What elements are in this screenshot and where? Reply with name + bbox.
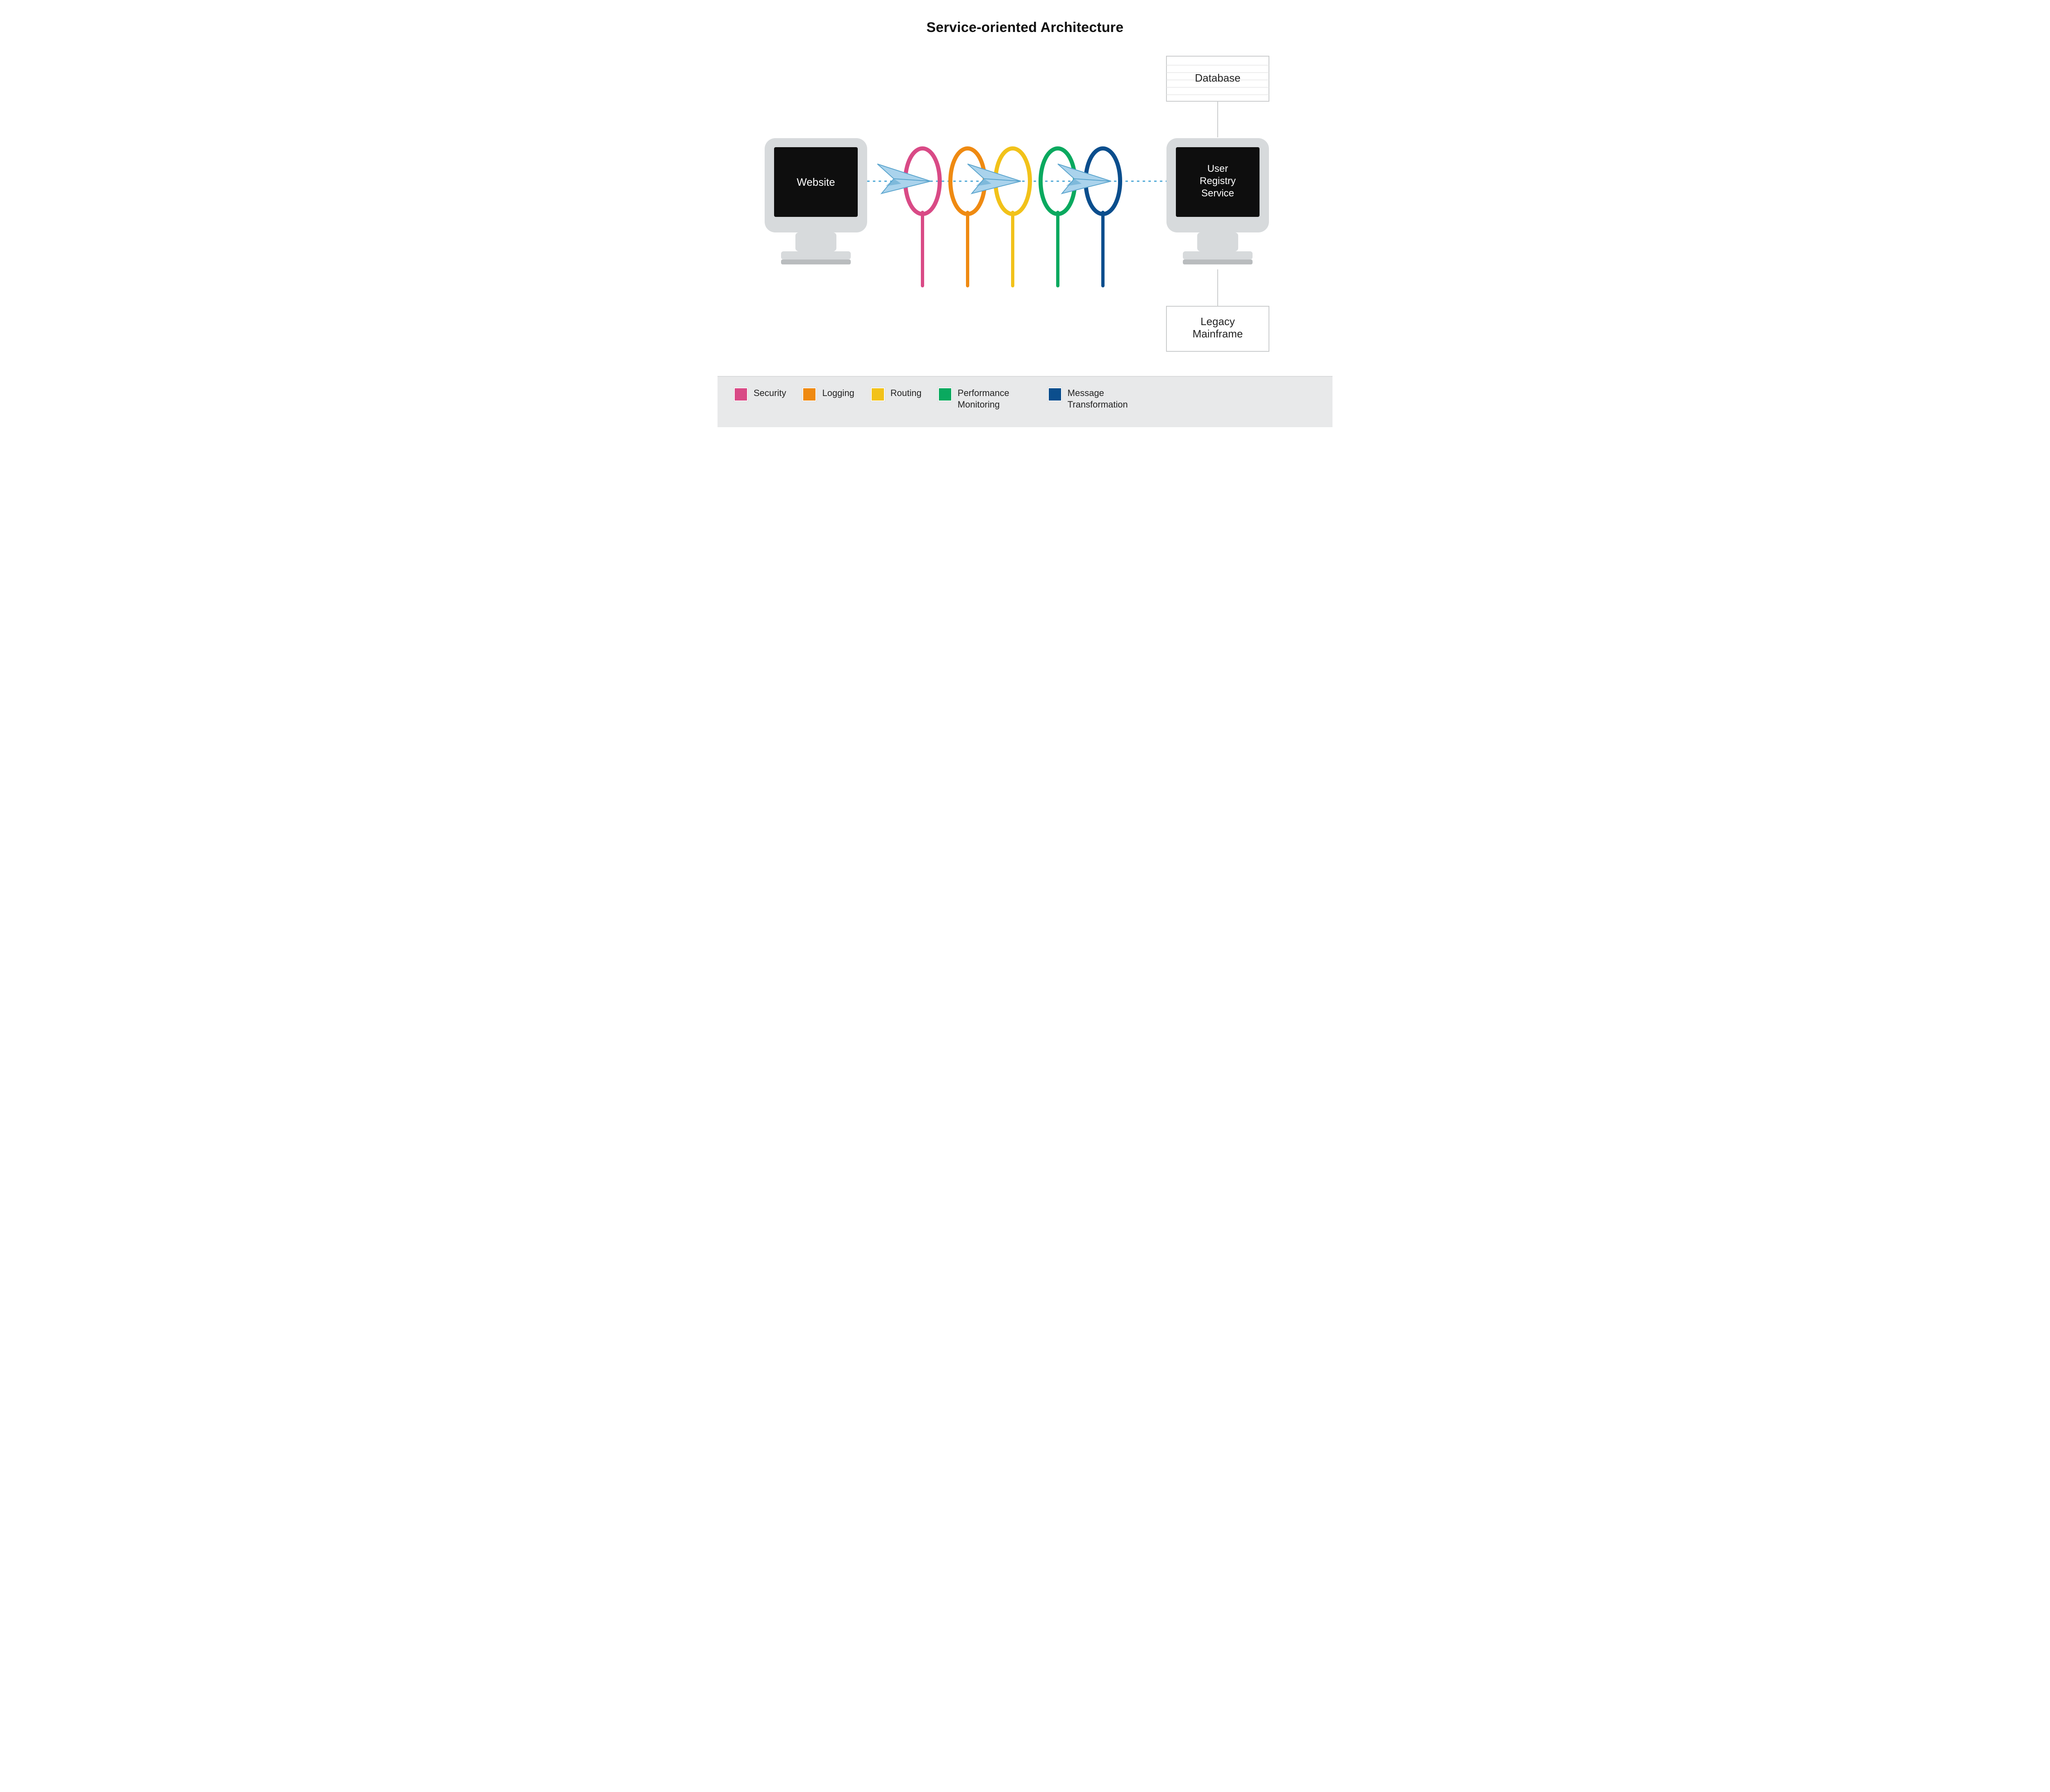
database-box: Database — [1166, 56, 1269, 101]
legacy-label-1: Legacy — [1200, 315, 1235, 328]
diagram-svg: Database Legacy Mainframe — [718, 40, 1332, 376]
legend-label: Message Transformation — [1068, 387, 1141, 410]
legend-swatch — [938, 387, 952, 401]
registry-computer-icon: User Registry Service — [1166, 138, 1269, 264]
database-label: Database — [1195, 72, 1240, 84]
legend-label: Routing — [891, 387, 922, 399]
rings-group — [905, 148, 1120, 286]
registry-label-1: User — [1207, 163, 1228, 174]
website-computer-icon: Website — [765, 138, 867, 264]
legend-label: Security — [754, 387, 786, 399]
legacy-label-2: Mainframe — [1193, 328, 1243, 340]
registry-label-2: Registry — [1200, 175, 1236, 187]
legend-item: Logging — [802, 387, 854, 401]
legend-swatch — [734, 387, 748, 401]
diagram-title: Service-oriented Architecture — [718, 0, 1332, 40]
diagram-canvas: Database Legacy Mainframe — [718, 40, 1332, 376]
legend: Security Logging Routing Performance Monito… — [718, 376, 1332, 427]
legend-swatch — [871, 387, 885, 401]
legend-item: Performance Monitoring — [938, 387, 1032, 410]
legend-item: Security — [734, 387, 786, 401]
diagram-page: Service-oriented Architecture Database L… — [718, 0, 1332, 427]
registry-label-3: Service — [1201, 188, 1234, 199]
legend-swatch — [802, 387, 816, 401]
legend-item: Message Transformation — [1048, 387, 1141, 410]
website-label: Website — [797, 176, 835, 188]
legend-label: Performance Monitoring — [958, 387, 1032, 410]
legend-label: Logging — [822, 387, 854, 399]
legend-swatch — [1048, 387, 1062, 401]
legend-item: Routing — [871, 387, 922, 401]
legacy-mainframe-box: Legacy Mainframe — [1166, 306, 1269, 351]
